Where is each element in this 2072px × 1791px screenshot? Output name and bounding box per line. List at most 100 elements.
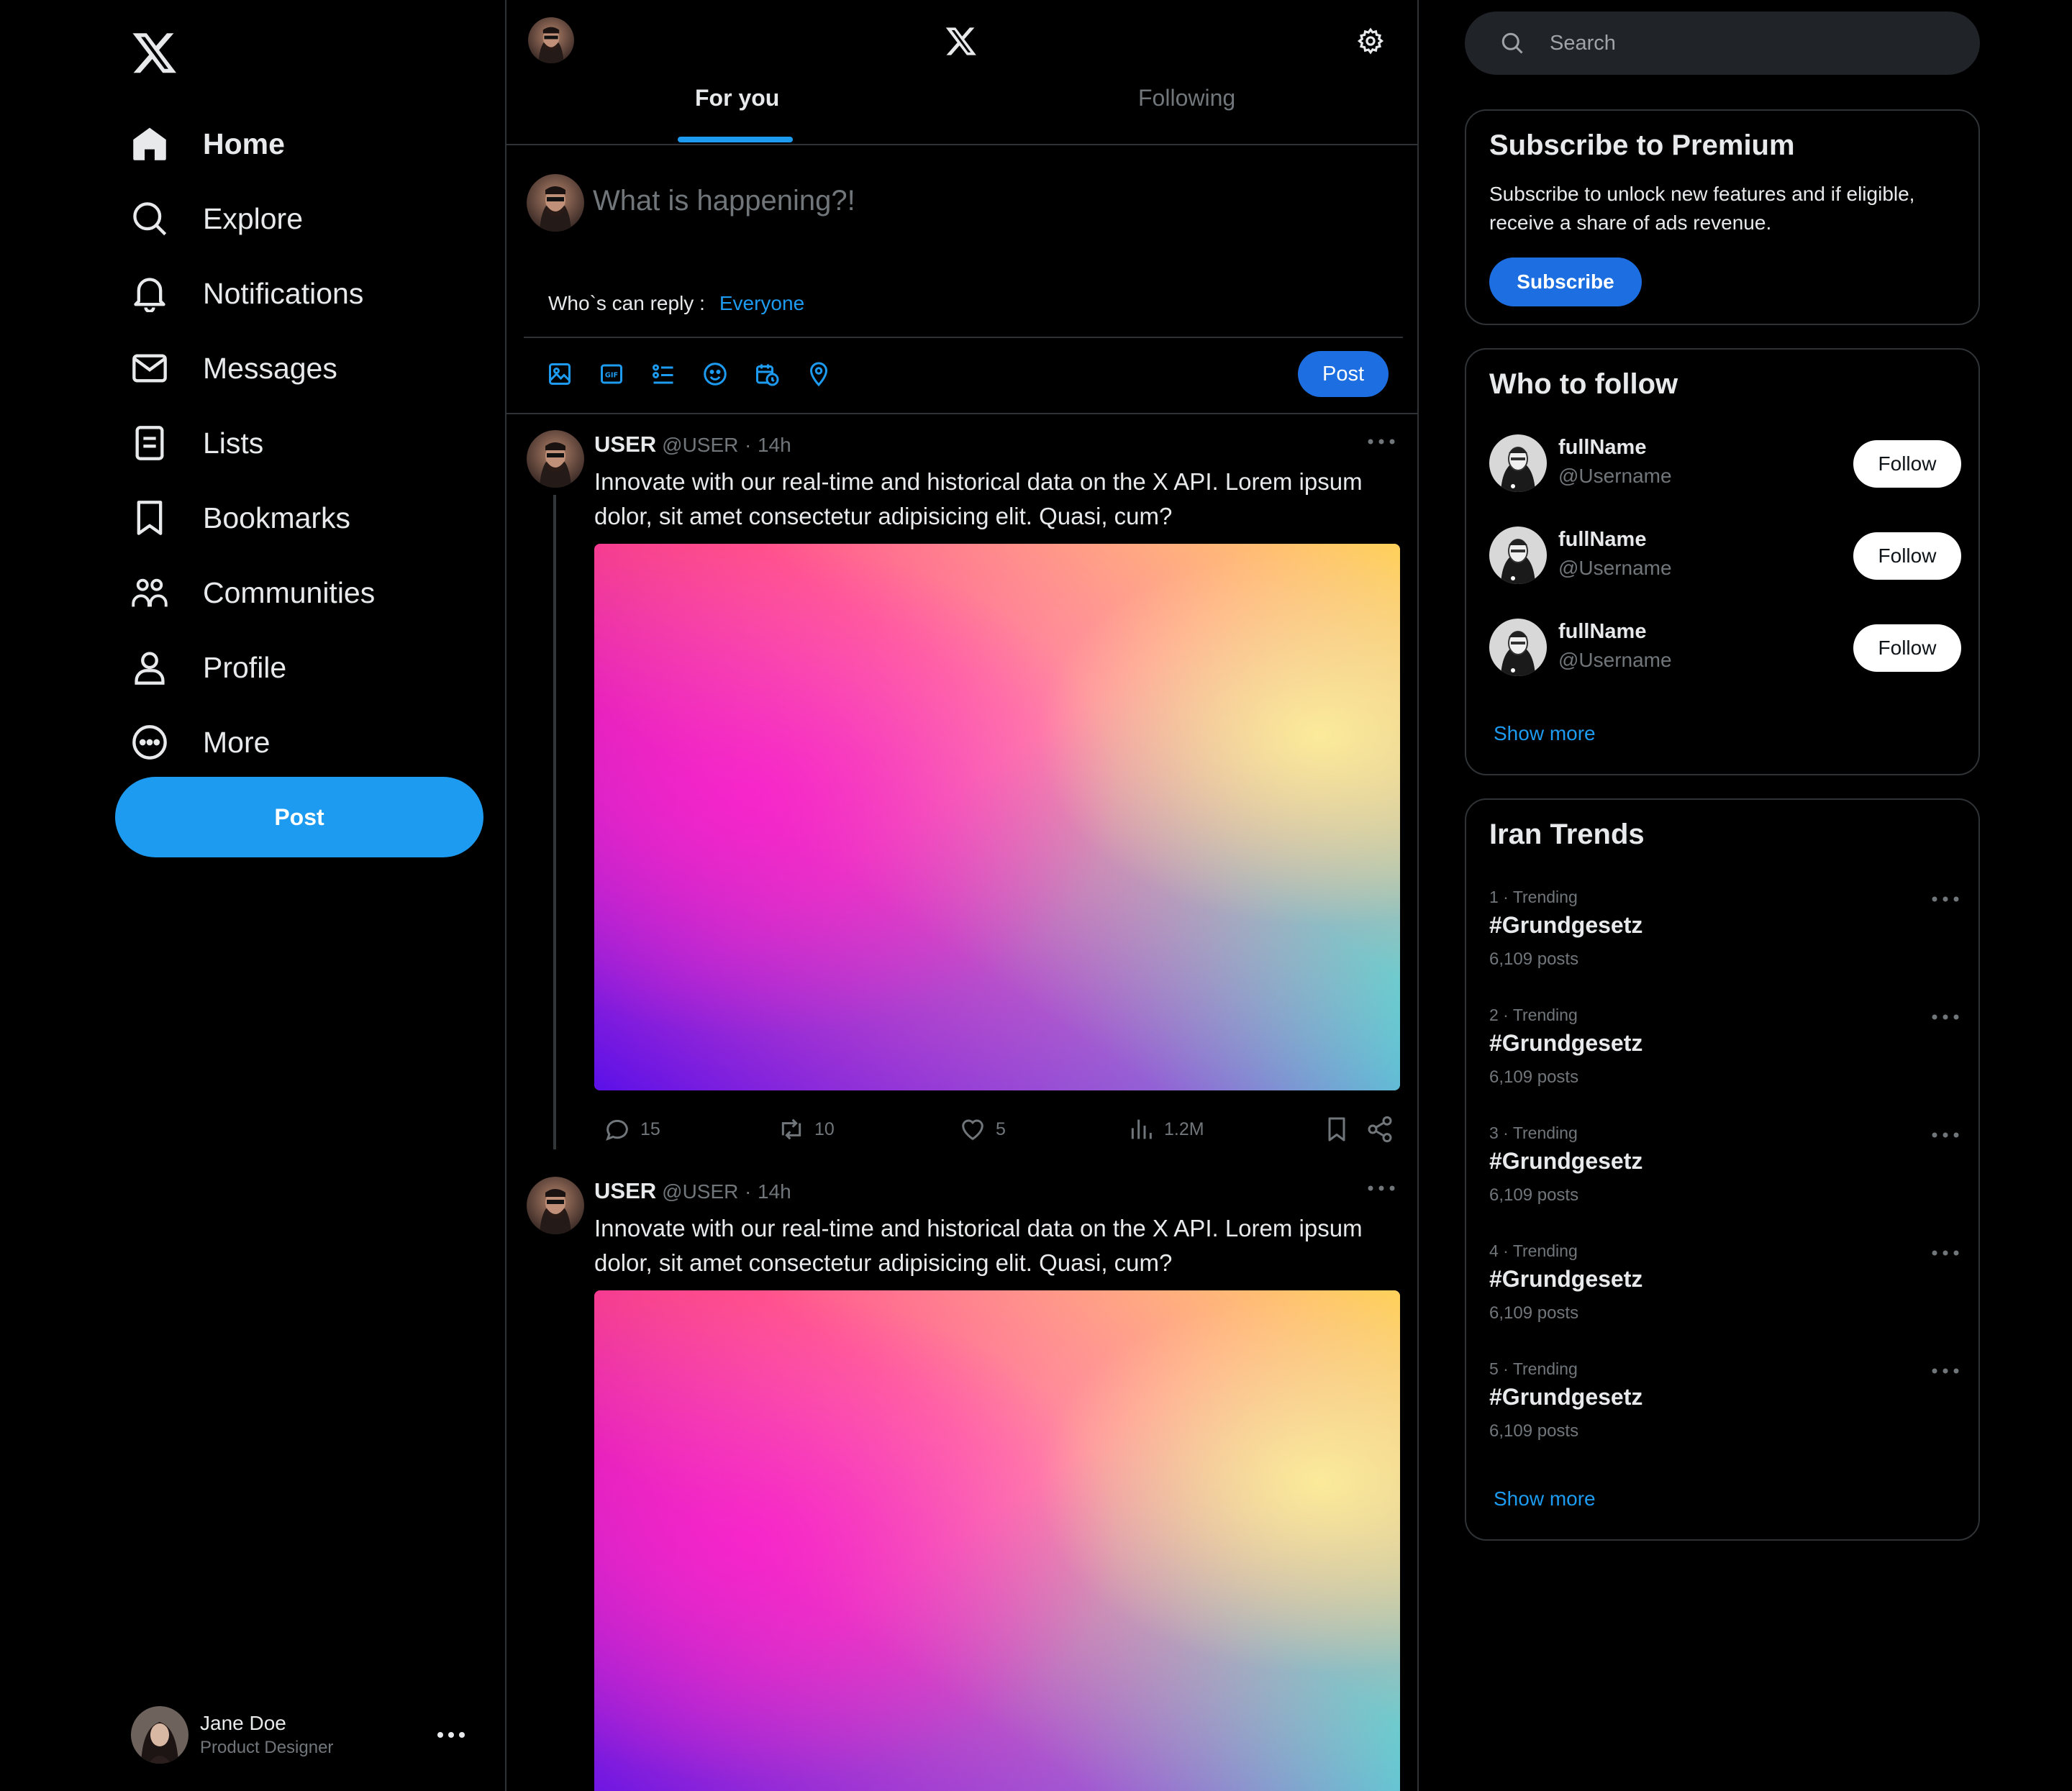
account-name: Jane Doe <box>200 1712 286 1734</box>
trend-count: 6,109 posts <box>1489 1421 1579 1441</box>
more-horizontal-icon[interactable] <box>433 1721 469 1749</box>
nav-item-notifications[interactable]: Notifications <box>130 256 489 331</box>
premium-description: Subscribe to unlock new features and if … <box>1489 183 1915 234</box>
search-input[interactable] <box>1550 31 1953 55</box>
left-sidebar: Home Explore Notifications Messages List… <box>0 0 506 1791</box>
trend-item[interactable]: 2 · Trending #Grundgesetz 6,109 posts <box>1489 1006 1964 1106</box>
premium-card: Subscribe to Premium Subscribe to unlock… <box>1465 109 1980 325</box>
trend-meta: 4 · Trending <box>1489 1241 1578 1260</box>
trend-tag: #Grundgesetz <box>1489 912 1643 938</box>
trend-meta: 5 · Trending <box>1489 1359 1578 1378</box>
poll-icon[interactable] <box>650 361 676 387</box>
post-author-handle[interactable]: @USER <box>662 1180 738 1203</box>
heart-icon <box>962 1119 983 1141</box>
follow-handle: @Username <box>1558 557 1672 579</box>
post-time[interactable]: 14h <box>758 434 791 456</box>
post[interactable]: USER @USER · 14h Innovate with our real-t… <box>506 416 1417 1157</box>
more-horizontal-icon[interactable] <box>1367 436 1396 450</box>
trend-item[interactable]: 5 · Trending #Grundgesetz 6,109 posts <box>1489 1359 1964 1460</box>
follow-handle: @Username <box>1558 649 1672 671</box>
emoji-icon[interactable] <box>702 361 728 387</box>
follow-button[interactable]: Follow <box>1853 440 1961 488</box>
more-horizontal-icon[interactable] <box>1931 1011 1960 1026</box>
show-more-link[interactable]: Show more <box>1494 722 1596 745</box>
communities-icon <box>130 573 170 613</box>
main-nav: Home Explore Notifications Messages List… <box>130 106 489 780</box>
compose-post-button[interactable]: Post <box>1298 351 1389 397</box>
post-actions: 15 10 5 1.2M <box>603 1112 1401 1147</box>
avatar[interactable] <box>527 430 584 488</box>
post-author-name[interactable]: USER <box>594 1178 656 1203</box>
nav-item-bookmarks[interactable]: Bookmarks <box>130 480 489 555</box>
avatar <box>1489 434 1547 492</box>
more-horizontal-icon[interactable] <box>1931 1247 1960 1262</box>
nav-label: Messages <box>203 351 337 385</box>
location-icon[interactable] <box>806 361 832 387</box>
post-author-handle[interactable]: @USER <box>662 434 738 456</box>
bookmark-button[interactable] <box>1322 1112 1351 1147</box>
nav-item-messages[interactable]: Messages <box>130 331 489 406</box>
trend-item[interactable]: 4 · Trending #Grundgesetz 6,109 posts <box>1489 1241 1964 1342</box>
nav-item-lists[interactable]: Lists <box>130 406 489 480</box>
reply-label: Who`s can reply : <box>548 292 705 314</box>
nav-item-home[interactable]: Home <box>130 106 489 181</box>
more-horizontal-icon[interactable] <box>1367 1182 1396 1197</box>
trend-tag: #Grundgesetz <box>1489 1384 1643 1410</box>
post-image[interactable] <box>594 1290 1400 1791</box>
search-bar[interactable] <box>1465 12 1980 75</box>
trend-meta: 1 · Trending <box>1489 888 1578 906</box>
repost-button[interactable]: 10 <box>777 1112 835 1147</box>
post-time[interactable]: 14h <box>758 1180 791 1203</box>
post-image[interactable] <box>594 544 1400 1090</box>
follow-suggestion[interactable]: fullName @Username Follow <box>1489 527 1961 587</box>
x-logo-icon[interactable] <box>945 24 978 58</box>
divider <box>524 337 1403 338</box>
tab-following[interactable]: Following <box>1138 85 1235 121</box>
gif-icon[interactable]: GIF <box>599 361 624 387</box>
reply-audience-link[interactable]: Everyone <box>719 292 804 314</box>
follow-button[interactable]: Follow <box>1853 624 1961 672</box>
nav-item-communities[interactable]: Communities <box>130 555 489 630</box>
reply-button[interactable]: 15 <box>603 1112 660 1147</box>
follow-suggestion[interactable]: fullName @Username Follow <box>1489 434 1961 495</box>
gear-icon[interactable] <box>1357 27 1384 55</box>
avatar[interactable] <box>527 1177 584 1234</box>
trend-item[interactable]: 1 · Trending #Grundgesetz 6,109 posts <box>1489 888 1964 988</box>
schedule-icon[interactable] <box>754 361 780 387</box>
trend-tag: #Grundgesetz <box>1489 1148 1643 1174</box>
separator-dot: · <box>744 434 752 456</box>
reply-icon <box>606 1119 628 1141</box>
nav-item-explore[interactable]: Explore <box>130 181 489 256</box>
nav-item-profile[interactable]: Profile <box>130 630 489 705</box>
follow-suggestion[interactable]: fullName @Username Follow <box>1489 619 1961 679</box>
app-root: Home Explore Notifications Messages List… <box>0 0 2072 1791</box>
subscribe-button[interactable]: Subscribe <box>1489 258 1642 306</box>
bookmark-icon <box>1328 1117 1345 1141</box>
avatar <box>527 174 584 232</box>
nav-label: Notifications <box>203 276 364 310</box>
views-button[interactable]: 1.2M <box>1127 1112 1204 1147</box>
trend-count: 6,109 posts <box>1489 949 1579 969</box>
nav-item-more[interactable]: More <box>130 705 489 780</box>
trends-card: Iran Trends 1 · Trending #Grundgesetz 6,… <box>1465 798 1980 1541</box>
follow-button[interactable]: Follow <box>1853 532 1961 580</box>
trend-item[interactable]: 3 · Trending #Grundgesetz 6,109 posts <box>1489 1124 1964 1224</box>
avatar[interactable] <box>528 17 574 63</box>
image-icon[interactable] <box>547 361 573 387</box>
post-composer: Who`s can reply : Everyone GIF <box>506 147 1417 414</box>
more-horizontal-icon[interactable] <box>1931 1365 1960 1380</box>
more-horizontal-icon[interactable] <box>1931 1129 1960 1144</box>
trend-tag: #Grundgesetz <box>1489 1266 1643 1292</box>
show-more-link[interactable]: Show more <box>1494 1487 1596 1510</box>
compose-input[interactable] <box>593 176 1384 226</box>
like-button[interactable]: 5 <box>958 1112 1006 1147</box>
account-switcher[interactable]: Jane Doe Product Designer <box>131 1705 469 1765</box>
post-author-name[interactable]: USER <box>594 432 656 457</box>
more-horizontal-icon[interactable] <box>1931 893 1960 908</box>
post-header: USER @USER · 14h <box>594 432 791 457</box>
post[interactable]: USER @USER · 14h Innovate with our real-t… <box>506 1162 1417 1791</box>
share-button[interactable] <box>1366 1112 1394 1147</box>
tab-for-you[interactable]: For you <box>695 85 779 121</box>
post-button[interactable]: Post <box>115 777 483 857</box>
x-logo-icon[interactable] <box>131 29 178 76</box>
